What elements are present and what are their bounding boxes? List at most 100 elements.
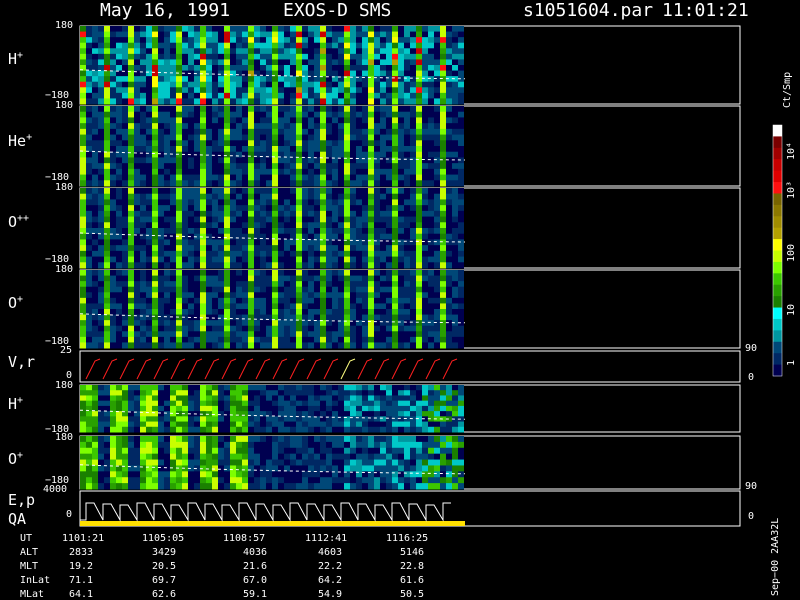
- heatmap-cell: [434, 390, 440, 396]
- heatmap-cell: [230, 228, 236, 235]
- heatmap-cell: [398, 385, 404, 391]
- heatmap-cell: [200, 416, 206, 423]
- heatmap-cell: [200, 146, 206, 153]
- heatmap-cell: [230, 262, 236, 269]
- heatmap-cell: [104, 483, 110, 490]
- heatmap-cell: [248, 53, 254, 60]
- cell-3-ut: 1112:41: [305, 533, 348, 544]
- heatmap-cell: [122, 87, 128, 94]
- heatmap-cell: [290, 31, 296, 38]
- heatmap-cell: [272, 400, 278, 407]
- heatmap-cell: [308, 228, 314, 235]
- heatmap-cell: [182, 459, 188, 466]
- heatmap-cell: [260, 59, 266, 66]
- heatmap-cell: [230, 222, 236, 229]
- heatmap-cell: [206, 395, 212, 402]
- heatmap-cell: [92, 411, 98, 417]
- heatmap-cell: [92, 59, 98, 66]
- heatmap-cell: [344, 87, 350, 94]
- heatmap-cell: [320, 303, 326, 310]
- heatmap-cell: [368, 146, 374, 153]
- heatmap-cell: [170, 81, 176, 88]
- heatmap-cell: [128, 477, 134, 484]
- heatmap-cell: [416, 205, 422, 212]
- heatmap-cell: [458, 37, 464, 44]
- heatmap-cell: [290, 37, 296, 44]
- heatmap-cell: [446, 270, 452, 277]
- heatmap-cell: [284, 123, 290, 130]
- heatmap-cell: [164, 250, 170, 258]
- heatmap-cell: [380, 146, 386, 153]
- heatmap-cell: [350, 297, 356, 304]
- heatmap-cell: [152, 309, 158, 316]
- heatmap-cell: [86, 453, 92, 461]
- heatmap-cell: [248, 146, 254, 153]
- heatmap-cell: [194, 256, 200, 263]
- heatmap-cell: [302, 180, 308, 187]
- heatmap-cell: [134, 210, 140, 218]
- heatmap-cell: [386, 477, 392, 484]
- heatmap-cell: [218, 426, 224, 433]
- heatmap-cell: [350, 210, 356, 218]
- heatmap-cell: [200, 483, 206, 490]
- heatmap-cell: [260, 123, 266, 130]
- heatmap-cell: [152, 303, 158, 310]
- heatmap-cell: [224, 31, 230, 38]
- heatmap-cell: [320, 441, 326, 449]
- heatmap-cell: [368, 174, 374, 181]
- heatmap-cell: [158, 228, 164, 235]
- heatmap-cell: [254, 188, 260, 195]
- heatmap-cell: [434, 421, 440, 428]
- heatmap-cell: [314, 309, 320, 316]
- heatmap-cell: [374, 174, 380, 181]
- heatmap-cell: [170, 262, 176, 269]
- heatmap-cell: [182, 37, 188, 44]
- heatmap-cell: [362, 314, 368, 321]
- heatmap-cell: [326, 233, 332, 240]
- heatmap-cell: [422, 168, 428, 176]
- heatmap-cell: [182, 228, 188, 235]
- heatmap-cell: [386, 31, 392, 38]
- heatmap-cell: [206, 87, 212, 94]
- heatmap-cell: [368, 405, 374, 412]
- heatmap-cell: [236, 216, 242, 223]
- heatmap-cell: [326, 281, 332, 288]
- heatmap-cell: [212, 228, 218, 235]
- heatmap-cell: [152, 471, 158, 478]
- heatmap-cell: [92, 292, 98, 299]
- heatmap-cell: [152, 421, 158, 428]
- heatmap-cell: [188, 342, 194, 349]
- heatmap-cell: [338, 128, 344, 136]
- heatmap-cell: [332, 128, 338, 136]
- heatmap-cell: [248, 87, 254, 94]
- heatmap-cell: [446, 216, 452, 223]
- heatmap-cell: [176, 228, 182, 235]
- heatmap-cell: [92, 117, 98, 124]
- heatmap-cell: [392, 309, 398, 316]
- heatmap-cell: [458, 205, 464, 212]
- heatmap-cell: [98, 134, 104, 141]
- heatmap-cell: [170, 140, 176, 147]
- heatmap-cell: [146, 436, 152, 443]
- heatmap-cell: [194, 140, 200, 147]
- heatmap-cell: [458, 59, 464, 66]
- heatmap-cell: [386, 400, 392, 407]
- heatmap-cell: [362, 163, 368, 170]
- heatmap-cell: [242, 262, 248, 269]
- heatmap-cell: [110, 222, 116, 229]
- heatmap-cell: [458, 483, 464, 490]
- heatmap-cell: [302, 239, 308, 246]
- heatmap-cell: [434, 281, 440, 288]
- heatmap-cell: [386, 188, 392, 195]
- heatmap-cell: [278, 42, 284, 49]
- heatmap-cell: [344, 146, 350, 153]
- heatmap-cell: [332, 395, 338, 402]
- heatmap-cell: [236, 228, 242, 235]
- heatmap-cell: [380, 292, 386, 299]
- heatmap-cell: [386, 281, 392, 288]
- heatmap-cell: [242, 92, 248, 99]
- heatmap-cell: [116, 140, 122, 147]
- heatmap-cell: [116, 303, 122, 310]
- heatmap-cell: [284, 483, 290, 490]
- heatmap-cell: [410, 70, 416, 77]
